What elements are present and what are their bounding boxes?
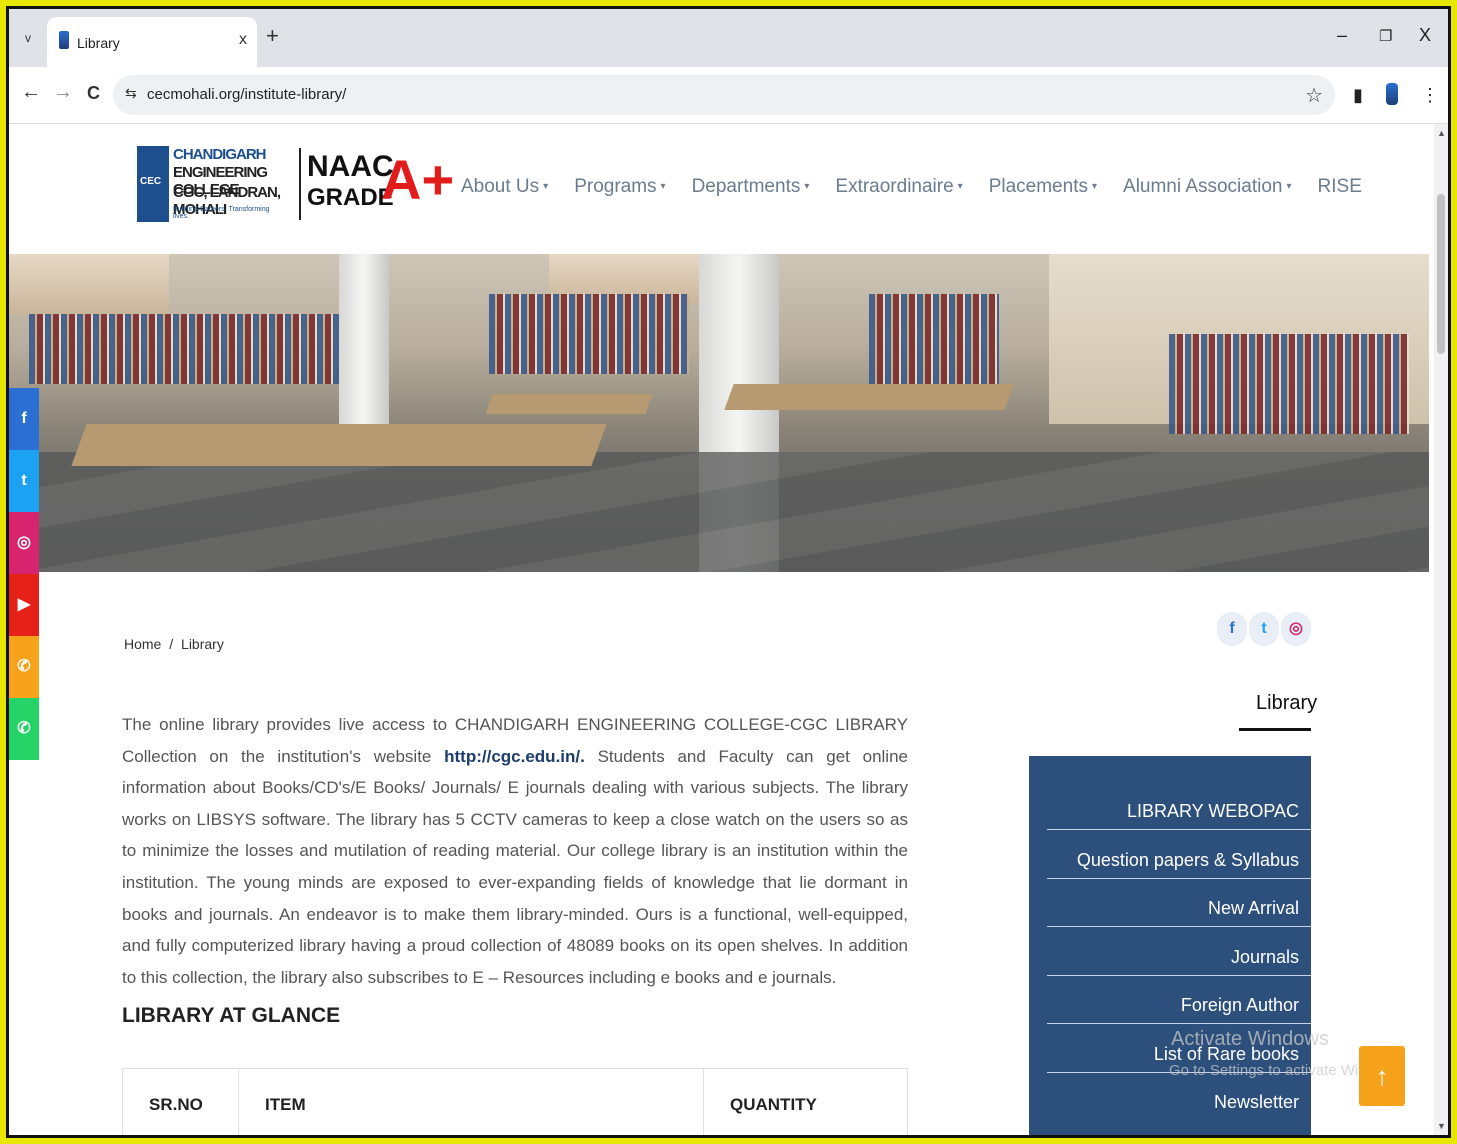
scroll-up-icon[interactable]: ▲ (1437, 128, 1446, 138)
scroll-down-icon[interactable]: ▼ (1437, 1121, 1446, 1131)
menu-item-foreign-author[interactable]: Foreign Author (1047, 976, 1311, 1024)
chevron-down-icon: ▾ (1091, 181, 1098, 193)
chevron-down-icon: ▾ (660, 181, 666, 193)
chevron-down-icon: ▾ (543, 181, 549, 193)
emblem-text: CEC (140, 176, 162, 187)
hero-table (71, 424, 607, 466)
twitter-icon[interactable]: t (1249, 612, 1279, 646)
tab-library[interactable]: Library x (47, 17, 257, 67)
nav-item-departments[interactable]: Departments ▾ (692, 176, 810, 198)
hero-bookshelf (489, 294, 689, 374)
instagram-icon[interactable]: ◎ (9, 512, 39, 574)
chevron-down-icon: ▾ (957, 181, 963, 193)
minimize-button[interactable]: – (1337, 25, 1347, 46)
hero-bookshelf (29, 314, 389, 384)
forward-button[interactable]: → (53, 81, 73, 104)
nav-item-placements[interactable]: Placements ▾ (989, 176, 1097, 198)
logo-line1: CHANDIGARH (173, 146, 266, 163)
library-sidebar-heading: Library (1256, 692, 1318, 714)
nav-item-programs[interactable]: Programs ▾ (574, 176, 665, 198)
whatsapp-icon[interactable]: ✆ (9, 698, 39, 760)
heading-underline (1239, 728, 1311, 731)
scroll-thumb[interactable] (1437, 194, 1445, 354)
intro-text-part2: Students and Faculty can get online info… (122, 746, 908, 987)
browser-toolbar: ← → C ⇆ cecmohali.org/institute-library/… (9, 67, 1448, 124)
aplus-label: A+ (381, 148, 455, 211)
menu-item-question-papers[interactable]: Question papers & Syllabus (1047, 831, 1311, 879)
menu-item-newsletter[interactable]: Newsletter (1047, 1073, 1311, 1121)
logo-divider (299, 148, 301, 220)
tab-search-button[interactable]: v (17, 27, 39, 49)
right-social-icons: f t ◎ (1217, 612, 1311, 646)
nav-label: Placements (988, 176, 1088, 197)
library-intro-text: The online library provides live access … (122, 709, 908, 993)
menu-item-journals[interactable]: Journals (1047, 928, 1311, 976)
browser-window: v Library x + – ❐ X ← → C ⇆ cecmohali.or… (6, 6, 1451, 1138)
nav-label: Extraordinaire (835, 176, 954, 197)
table-header-srno: SR.NO (123, 1069, 239, 1135)
reload-button[interactable]: C (87, 83, 100, 104)
nav-label: RISE (1317, 176, 1362, 197)
menu-item-new-arrival[interactable]: New Arrival (1047, 879, 1311, 927)
tab-strip: v Library x + – ❐ X (9, 9, 1448, 67)
web-page: CEC CHANDIGARH ENGINEERING COLLEGE CGC, … (9, 124, 1434, 1135)
cgc-website-link[interactable]: http://cgc.edu.in/. (444, 747, 585, 766)
nav-label: Alumni Association (1123, 176, 1283, 197)
chevron-down-icon: ▾ (804, 181, 810, 193)
menu-item-library-webopac[interactable]: LIBRARY WEBOPAC (1047, 782, 1311, 830)
nav-label: About Us (461, 176, 540, 197)
college-emblem-icon: CEC (137, 146, 169, 222)
url-text[interactable]: cecmohali.org/institute-library/ (147, 86, 346, 103)
tab-close-icon[interactable]: x (239, 31, 247, 49)
main-nav: About Us ▾ Programs ▾ Departments ▾ Extraor… (461, 176, 1362, 198)
breadcrumb-home[interactable]: Home (124, 636, 161, 652)
tab-title: Library (77, 35, 120, 51)
address-bar[interactable]: ⇆ cecmohali.org/institute-library/ ☆ (113, 75, 1335, 115)
site-info-icon[interactable]: ⇆ (125, 85, 137, 102)
nav-item-rise[interactable]: RISE (1318, 176, 1362, 198)
college-logo[interactable]: CEC CHANDIGARH ENGINEERING COLLEGE CGC, … (137, 146, 287, 222)
instagram-icon[interactable]: ◎ (1281, 612, 1311, 646)
hero-floor (9, 452, 1429, 572)
youtube-icon[interactable]: ▶ (9, 574, 39, 636)
facebook-icon[interactable]: f (1217, 612, 1247, 646)
library-hero-image (9, 254, 1429, 572)
side-panel-icon[interactable]: ▮ (1353, 85, 1363, 106)
window-close-button[interactable]: X (1419, 25, 1431, 46)
page-scrollbar[interactable]: ▲ ▼ (1434, 124, 1448, 1135)
phone-icon[interactable]: ✆ (9, 636, 39, 698)
hero-table (485, 394, 653, 414)
table-header-quantity: QUANTITY (730, 1095, 817, 1114)
windows-activation-watermark: Activate Windows (1171, 1028, 1329, 1050)
logo-tagline: Building Careers. Transforming lives. (173, 206, 270, 220)
back-button[interactable]: ← (21, 81, 41, 104)
hero-window (9, 254, 169, 314)
back-to-top-button[interactable]: ↑ (1359, 1046, 1405, 1106)
nav-item-about-us[interactable]: About Us ▾ (461, 176, 548, 198)
bookmark-star-icon[interactable]: ☆ (1305, 83, 1323, 108)
library-at-glance-heading: LIBRARY AT GLANCE (122, 1004, 341, 1027)
breadcrumb-separator: / (169, 636, 174, 652)
nav-label: Departments (691, 176, 801, 197)
hero-table (724, 384, 1014, 410)
hero-bookshelf (869, 294, 999, 384)
table-header-item: ITEM (239, 1069, 704, 1135)
nav-item-alumni-association[interactable]: Alumni Association ▾ (1123, 176, 1292, 198)
browser-menu-icon[interactable]: ⋮ (1421, 85, 1439, 106)
profile-avatar-icon[interactable] (1386, 83, 1398, 105)
nav-item-extraordinaire[interactable]: Extraordinaire ▾ (835, 176, 962, 198)
facebook-icon[interactable]: f (9, 388, 39, 450)
chevron-down-icon: ▾ (1286, 181, 1292, 193)
new-tab-button[interactable]: + (266, 23, 279, 49)
twitter-icon[interactable]: t (9, 450, 39, 512)
hero-bookshelf (1169, 334, 1409, 434)
favicon-icon (59, 31, 69, 49)
breadcrumb: Home / Library (124, 636, 224, 652)
restore-button[interactable]: ❐ (1379, 27, 1392, 45)
nav-label: Programs (574, 176, 657, 197)
library-glance-table: SR.NO ITEM QUANTITY (122, 1068, 908, 1135)
breadcrumb-current: Library (181, 636, 224, 652)
